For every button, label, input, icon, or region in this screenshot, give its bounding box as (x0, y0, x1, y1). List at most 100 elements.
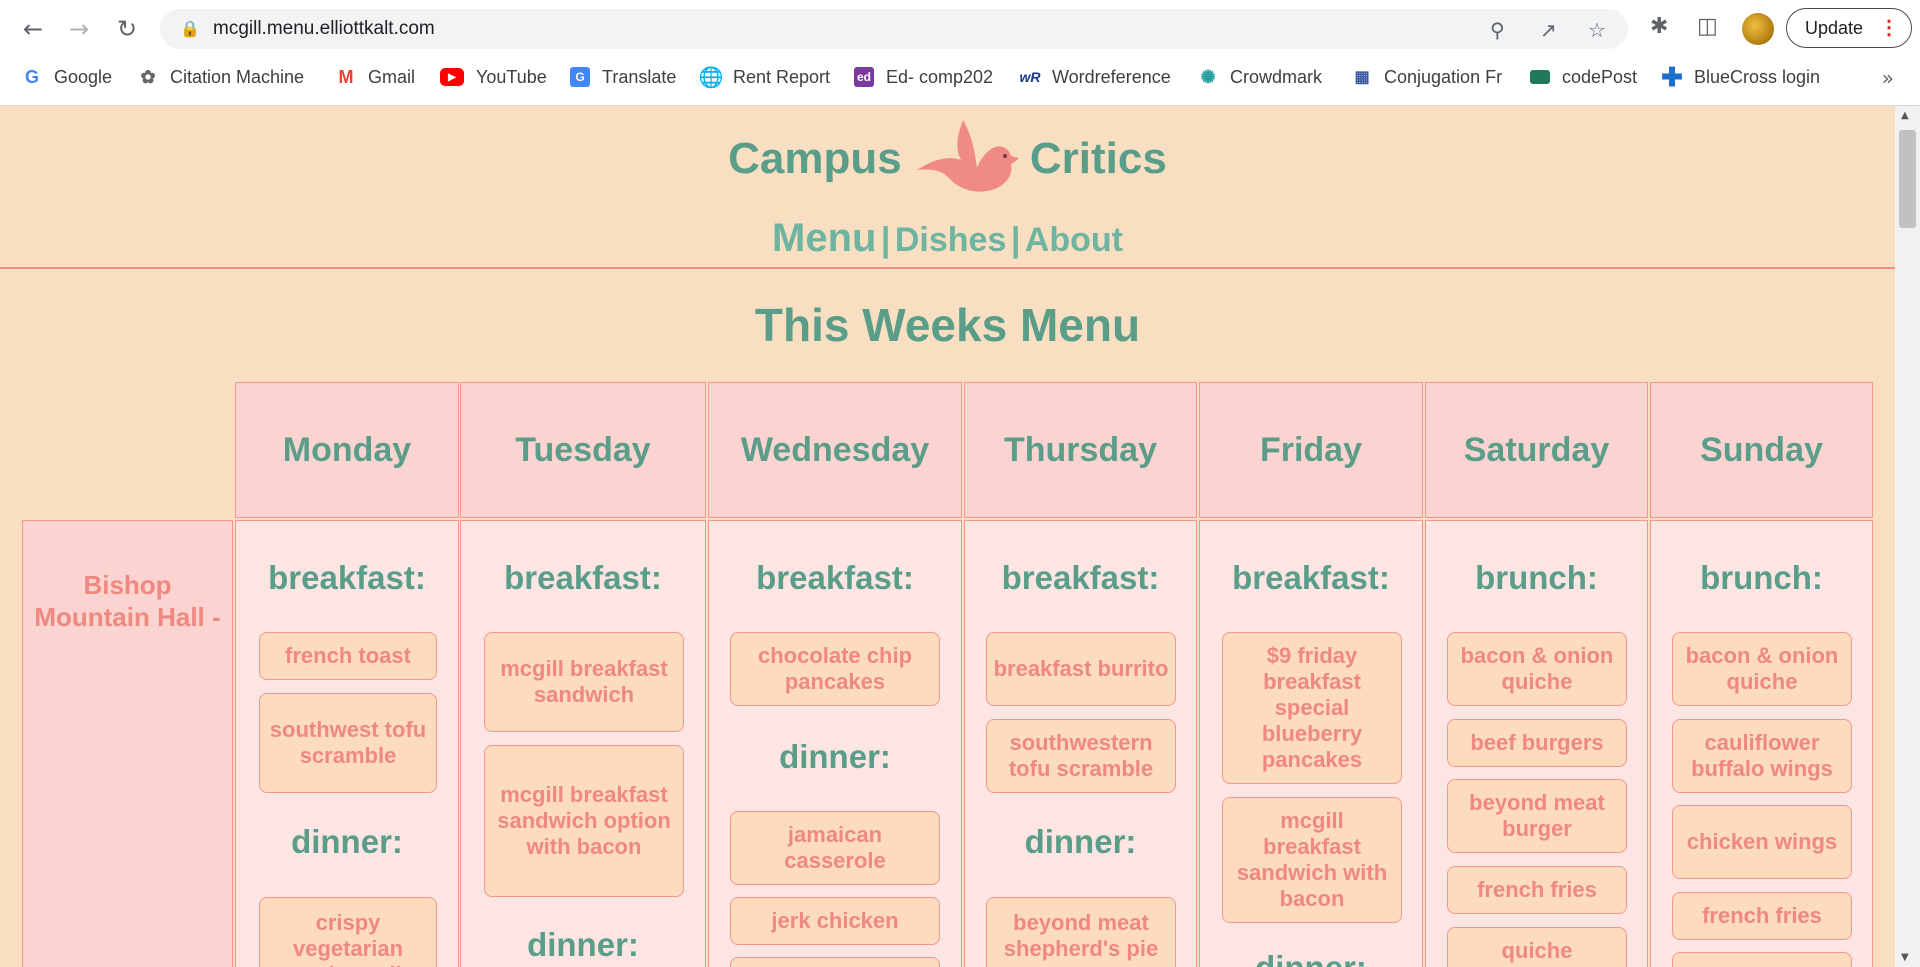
bookmark-wordreference[interactable]: wR Wordreference (1020, 64, 1171, 90)
bookmark-gmail[interactable]: M Gmail (336, 64, 416, 90)
dish-card[interactable]: beyond meat shepherd's pie or sweet (986, 897, 1176, 967)
bookmark-ed-comp202[interactable]: ed Ed- comp202 (854, 64, 993, 90)
bluecross-icon: ✚ (1661, 61, 1683, 92)
bookmark-label: BlueCross login (1694, 66, 1821, 87)
dish-card[interactable]: southwest tofu scramble (259, 693, 437, 793)
dish-card[interactable]: $9 friday breakfast special blueberry pa… (1222, 632, 1402, 784)
meal-label: brunch: (1475, 559, 1598, 596)
dish-card[interactable]: chicken wings (1672, 805, 1852, 879)
dish-card[interactable]: mcgill breakfast sandwich (484, 632, 684, 732)
nav-separator: | (880, 221, 891, 259)
bookmark-star-icon[interactable]: ☆ (1588, 18, 1606, 42)
lock-icon: 🔒 (180, 19, 200, 38)
ed-icon: ed (854, 67, 874, 87)
meal-label: breakfast: (504, 559, 662, 596)
dish-card[interactable]: jerk chicken (730, 897, 940, 945)
dish-card[interactable]: mcgill breakfast sandwich option with ba… (484, 745, 684, 897)
bookmark-label: Rent Report (733, 66, 831, 87)
bookmark-label: Conjugation Fr (1384, 66, 1503, 87)
brand-right: Critics (1029, 134, 1167, 183)
translate-icon: G (570, 67, 590, 87)
dish-card[interactable]: bacon & onion quiche (1447, 632, 1627, 706)
dish-card[interactable]: breakfast burrito (986, 632, 1176, 706)
dish-card[interactable]: french fries (1447, 866, 1627, 914)
brand-left: Campus (728, 134, 902, 183)
dish-card[interactable]: quiche (1447, 927, 1627, 967)
scrollbar-thumb[interactable] (1899, 130, 1916, 228)
dish-card[interactable]: chocolate chip pancakes (730, 632, 940, 706)
meal-label: breakfast: (1232, 559, 1390, 596)
avatar[interactable] (1742, 13, 1774, 45)
bookmark-rent-report[interactable]: 🌐 Rent Report (699, 64, 831, 90)
bookmark-label: Wordreference (1052, 66, 1171, 87)
day-header-friday: Friday (1199, 382, 1423, 518)
day-header-wednesday: Wednesday (708, 382, 962, 518)
side-panel-icon[interactable]: ◫ (1697, 14, 1718, 39)
bookmark-conjugation[interactable]: ▦ Conjugation Fr (1352, 64, 1502, 90)
bookmark-citation-machine[interactable]: ✿ Citation Machine (138, 64, 304, 90)
conjugation-icon: ▦ (1354, 69, 1370, 86)
dish-card[interactable]: southwestern tofu scramble (986, 719, 1176, 793)
site-logo[interactable]: Campus Critics (0, 118, 1895, 200)
zoom-icon[interactable]: ⚲ (1490, 18, 1505, 42)
scroll-down-icon[interactable]: ▼ (1901, 952, 1909, 963)
page-content: Campus Critics Menu | Dishes | About Thi… (0, 106, 1895, 967)
extensions-icon[interactable]: ✱ (1650, 14, 1668, 39)
bookmarks-bar: G Google ✿ Citation Machine M Gmail ▶ Yo… (0, 60, 1920, 94)
dish-card[interactable]: french toast (259, 632, 437, 680)
gmail-icon: M (338, 66, 354, 87)
meal-label: dinner: (779, 738, 891, 775)
wordreference-icon: wR (1019, 69, 1041, 85)
dish-card[interactable]: mcgill breakfast sandwich with bacon (1222, 797, 1402, 923)
meal-label: breakfast: (268, 559, 426, 596)
bookmark-label: Crowdmark (1230, 66, 1323, 87)
scroll-up-icon[interactable]: ▲ (1901, 110, 1909, 121)
dish-card[interactable]: french fries (1672, 892, 1852, 940)
address-bar[interactable]: 🔒 mcgill.menu.elliottkalt.com ⚲ ↗ ☆ (160, 9, 1628, 49)
meal-label: dinner: (527, 926, 639, 963)
bookmark-youtube[interactable]: ▶ YouTube (440, 64, 547, 90)
dish-card[interactable]: crispy vegetarian spring roll (259, 897, 437, 967)
more-bookmarks-icon[interactable]: » (1882, 66, 1894, 90)
dish-card[interactable]: cauliflower buffalo wings (1672, 719, 1852, 793)
browser-chrome: ← → ↻ 🔒 mcgill.menu.elliottkalt.com ⚲ ↗ … (0, 0, 1920, 106)
meal-label: breakfast: (1001, 559, 1160, 596)
day-column-sunday: brunch: bacon & onion quiche cauliflower… (1650, 520, 1873, 967)
day-header-sunday: Sunday (1650, 382, 1873, 518)
bookmark-translate[interactable]: G Translate (570, 64, 676, 90)
url-text[interactable]: mcgill.menu.elliottkalt.com (213, 18, 435, 40)
dish-card[interactable]: bacon & onion quiche (1672, 632, 1852, 706)
nav-about-link[interactable]: About (1025, 221, 1123, 259)
meal-label: dinner: (291, 823, 403, 860)
header-divider (0, 267, 1895, 269)
meal-label: dinner: (1200, 949, 1422, 967)
forward-arrow-icon[interactable]: → (62, 12, 96, 46)
nav-menu-link[interactable]: Menu (772, 216, 876, 260)
dish-card[interactable]: beyond meat burger (1447, 779, 1627, 853)
bookmark-google[interactable]: G Google (22, 64, 112, 90)
page-scrollbar[interactable]: ▲ ▼ (1895, 106, 1920, 967)
dish-card[interactable] (730, 957, 940, 967)
dish-card[interactable] (1672, 952, 1852, 967)
day-column-saturday: brunch: bacon & onion quiche beef burger… (1425, 520, 1648, 967)
bookmark-crowdmark[interactable]: ✺ Crowdmark (1198, 64, 1322, 90)
dish-card[interactable]: jamaican casserole (730, 811, 940, 885)
crowdmark-icon: ✺ (1200, 66, 1216, 87)
update-button[interactable]: Update ⋮ (1786, 8, 1912, 48)
bookmark-codepost[interactable]: codePost (1530, 64, 1637, 90)
menu-dots-icon: ⋮ (1879, 17, 1899, 39)
back-arrow-icon[interactable]: ← (16, 12, 50, 46)
day-header-saturday: Saturday (1425, 382, 1648, 518)
bird-logo-icon (916, 120, 1019, 192)
youtube-icon: ▶ (440, 68, 464, 86)
nav-dishes-link[interactable]: Dishes (895, 221, 1007, 259)
reload-icon[interactable]: ↻ (110, 12, 144, 46)
bookmark-label: Ed- comp202 (886, 66, 994, 87)
bookmark-bluecross[interactable]: ✚ BlueCross login (1661, 61, 1821, 92)
share-icon[interactable]: ↗ (1540, 18, 1557, 42)
bookmark-label: Translate (602, 66, 677, 87)
bookmark-label: Gmail (368, 66, 416, 87)
bookmark-label: codePost (1562, 66, 1638, 87)
day-column-wednesday: breakfast: chocolate chip pancakes dinne… (708, 520, 962, 967)
dish-card[interactable]: beef burgers (1447, 719, 1627, 767)
